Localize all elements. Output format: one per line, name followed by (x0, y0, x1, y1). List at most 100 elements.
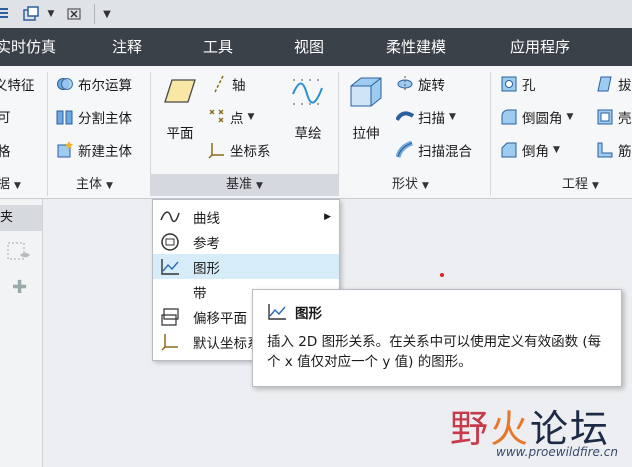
swept-blend-label: 扫描混合 (418, 144, 472, 160)
sweep-button[interactable]: 扫描 ▼ (396, 105, 456, 129)
boolean-operation-button[interactable]: 布尔运算 (56, 72, 132, 96)
menu-item-graph[interactable]: 图形 (153, 254, 339, 279)
tab-view[interactable]: 视图 (294, 28, 324, 66)
tab-flexible-modeling[interactable]: 柔性建模 (386, 28, 446, 66)
chamfer-button[interactable]: 倒角 ▼ (500, 138, 560, 162)
chevron-down-icon: ▼ (106, 181, 113, 191)
toolbar-separator (94, 4, 95, 24)
new-body-button[interactable]: 新建主体 (56, 138, 132, 162)
rib-button[interactable]: 筋 (596, 138, 632, 162)
group-footer-body[interactable]: 主体 ▼ (76, 174, 113, 196)
graph-icon (159, 257, 181, 277)
boolean-label: 布尔运算 (78, 78, 132, 94)
tooltip-title-text: 图形 (295, 306, 322, 322)
extrude-icon (344, 74, 388, 114)
new-body-icon (56, 141, 74, 159)
csys-button[interactable]: 坐标系 (208, 138, 271, 162)
split-body-label: 分割主体 (78, 111, 132, 127)
windows-icon[interactable] (22, 4, 44, 24)
user-defined-feature-button[interactable]: 义特征 (0, 72, 35, 96)
sweep-label: 扫描 (418, 111, 445, 127)
hole-button[interactable]: 孔 (500, 72, 536, 96)
rib-icon (596, 141, 614, 159)
partial-item-3[interactable]: 格 (0, 138, 11, 162)
reference-icon (159, 232, 181, 252)
shell-icon (596, 108, 614, 126)
extrude-label: 拉伸 (352, 126, 380, 142)
origin-point-marker (440, 273, 444, 277)
default-csys-icon (159, 332, 181, 352)
revolve-button[interactable]: 旋转 (396, 72, 445, 96)
sketch-button[interactable]: 草绘 (288, 76, 328, 142)
customize-toolbar-icon[interactable]: ▼ (100, 4, 114, 24)
draft-label: 拔 (618, 78, 632, 94)
close-window-icon[interactable] (64, 4, 86, 24)
plane-label: 平面 (166, 126, 194, 142)
menu-item-label: 偏移平面 (193, 310, 247, 327)
plane-button[interactable]: 平面 (160, 76, 200, 142)
chevron-down-icon: ▼ (553, 145, 560, 155)
group-footer-shapes[interactable]: 形状 ▼ (392, 174, 429, 196)
menu-item-reference[interactable]: 参考 (153, 229, 339, 254)
windows-dropdown-icon[interactable]: ▼ (46, 4, 56, 24)
revolve-icon (396, 75, 414, 93)
group-footer-engineering[interactable]: 工程 ▼ (562, 174, 599, 196)
split-body-button[interactable]: 分割主体 (56, 105, 132, 129)
point-button[interactable]: 点 ▼ (208, 105, 254, 129)
menu-item-label: 带 (193, 285, 207, 302)
extrude-button[interactable]: 拉伸 (344, 74, 388, 142)
tab-annotate[interactable]: 注释 (112, 28, 142, 66)
axis-label: 轴 (232, 78, 246, 94)
hole-icon (500, 75, 518, 93)
partial-item-2[interactable]: 可 (0, 104, 11, 128)
axis-icon (210, 75, 228, 93)
draft-icon (596, 75, 614, 93)
graph-icon (267, 303, 287, 321)
group-separator (490, 72, 491, 196)
point-label: 点 (230, 111, 244, 127)
group-separator (47, 72, 48, 196)
shell-button[interactable]: 壳 (596, 105, 632, 129)
group-footer-datum[interactable]: 基准 ▼ (151, 174, 338, 196)
tab-applications[interactable]: 应用程序 (510, 28, 570, 66)
draft-button[interactable]: 拔 (596, 72, 632, 96)
model-tree-panel: 夹 ✚ (0, 199, 43, 467)
menu-item-label: 默认坐标系 (193, 335, 261, 352)
split-body-icon (56, 108, 74, 126)
graph-tooltip: 图形 插入 2D 图形关系。在关系中可以使用定义有效函数 (每个 x 值仅对应一… (252, 289, 622, 387)
chevron-down-icon: ▼ (422, 181, 429, 191)
chevron-down-icon: ▼ (449, 112, 456, 122)
footer-label: 工程 (562, 177, 589, 192)
chevron-down-icon: ▼ (592, 181, 599, 191)
round-button[interactable]: 倒圆角 ▼ (500, 105, 573, 129)
tab-tools[interactable]: 工具 (203, 28, 233, 66)
panel-tab[interactable]: 夹 (0, 205, 42, 231)
revolve-label: 旋转 (418, 78, 445, 94)
ribbon: 义特征 可 格 据 ▼ 布尔运算 分割主体 新建主体 主体 ▼ 基准 ▼ 平面 轴 点… (0, 66, 632, 199)
submenu-arrow-icon: ▶ (324, 211, 331, 222)
group-footer-features[interactable]: 据 ▼ (0, 174, 21, 196)
round-label: 倒圆角 (522, 111, 563, 127)
axis-button[interactable]: 轴 (210, 72, 246, 96)
chevron-down-icon: ▼ (14, 181, 21, 191)
regenerate-icon[interactable] (0, 4, 12, 24)
add-icon[interactable]: ✚ (12, 277, 27, 298)
tooltip-title: 图形 (267, 302, 322, 322)
footer-label: 据 (0, 177, 11, 192)
show-hide-icon[interactable] (6, 241, 34, 269)
menu-item-label: 参考 (193, 235, 220, 252)
curve-icon (159, 207, 181, 227)
tooltip-body: 插入 2D 图形关系。在关系中可以使用定义有效函数 (每个 x 值仅对应一个 y… (267, 334, 602, 370)
ribbon-icon (159, 282, 181, 302)
hole-label: 孔 (522, 78, 536, 94)
csys-label: 坐标系 (230, 144, 271, 160)
tab-realtime-simulation[interactable]: 实时仿真 (0, 28, 56, 66)
chevron-down-icon: ▼ (247, 112, 255, 122)
menu-item-label: 曲线 (193, 210, 220, 227)
rib-label: 筋 (618, 144, 632, 160)
sketch-icon (288, 76, 328, 112)
menu-item-curve[interactable]: 曲线 ▶ (153, 204, 339, 229)
quick-access-toolbar: ▼ ▼ (0, 0, 632, 29)
shell-label: 壳 (618, 111, 632, 127)
swept-blend-button[interactable]: 扫描混合 (396, 138, 472, 162)
